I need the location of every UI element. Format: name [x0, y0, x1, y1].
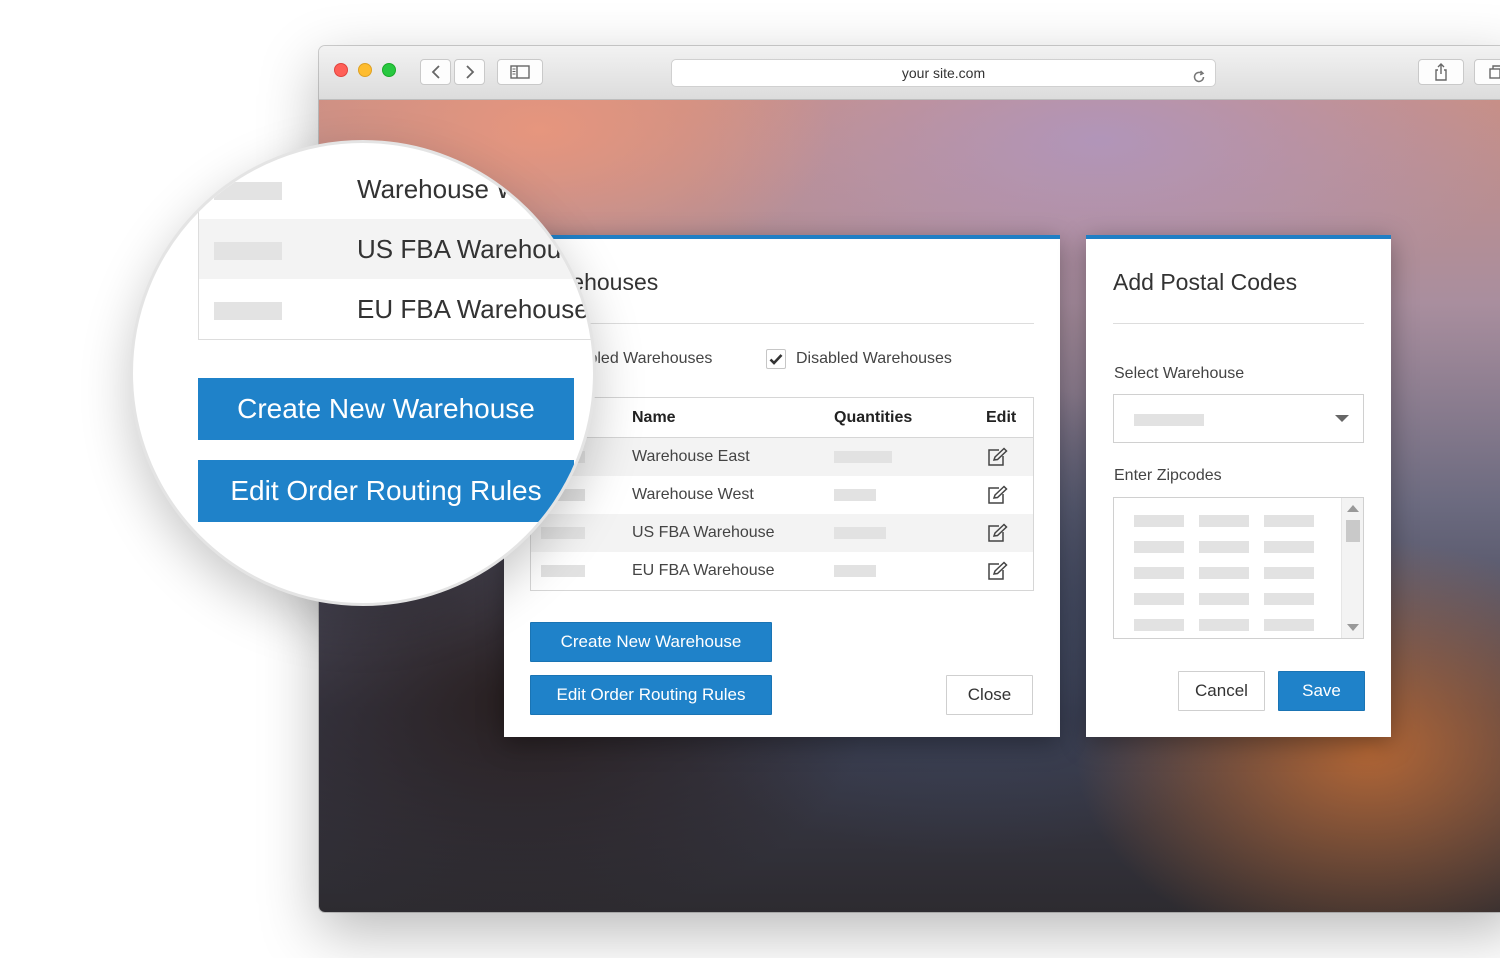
zipcode-placeholder — [1134, 541, 1184, 553]
chevron-right-icon — [465, 65, 474, 79]
share-button[interactable] — [1418, 59, 1464, 85]
sidebar-icon — [510, 65, 530, 79]
title-divider — [530, 323, 1034, 324]
zipcode-placeholder — [1134, 619, 1184, 631]
close-button[interactable]: Close — [946, 675, 1033, 715]
zipcodes-textarea[interactable] — [1113, 497, 1364, 639]
edit-icon — [988, 485, 1008, 504]
warehouse-select[interactable] — [1113, 394, 1364, 443]
warehouse-name: Warehouse East — [632, 448, 750, 465]
create-warehouse-button[interactable]: Create New Warehouse — [530, 622, 772, 662]
tabs-button[interactable] — [1474, 59, 1500, 85]
forward-button[interactable] — [454, 59, 485, 85]
reload-button[interactable] — [1192, 66, 1206, 93]
scroll-up-icon[interactable] — [1347, 505, 1359, 512]
magnifier-callout: Warehouse West US FBA Warehouse EU FBA W… — [130, 140, 596, 606]
warehouse-name: EU FBA Warehouse — [632, 562, 775, 579]
zipcode-placeholder — [1134, 567, 1184, 579]
quantity-placeholder — [834, 489, 876, 501]
edit-icon — [988, 447, 1008, 466]
magnified-edit-routing-button: Edit Order Routing Rules — [198, 460, 574, 522]
cancel-button[interactable]: Cancel — [1178, 671, 1265, 711]
zipcode-placeholder — [1134, 515, 1184, 527]
zipcode-list — [1134, 515, 1314, 631]
magnified-row: EU FBA Warehouse — [199, 279, 593, 339]
table-row[interactable]: US FBA Warehouse — [531, 514, 1033, 552]
table-row[interactable]: EU FBA Warehouse — [531, 552, 1033, 590]
warehouse-name: US FBA Warehouse — [632, 524, 775, 541]
zipcode-placeholder — [1199, 619, 1249, 631]
select-warehouse-label: Select Warehouse — [1114, 365, 1245, 382]
edit-button[interactable] — [986, 514, 1008, 552]
minimize-window-button[interactable] — [358, 63, 372, 77]
magnified-warehouse-name: EU FBA Warehouse — [357, 293, 589, 324]
disabled-warehouses-filter[interactable]: Disabled Warehouses — [766, 349, 952, 369]
zipcodes-label: Enter Zipcodes — [1114, 467, 1222, 484]
column-header-name[interactable]: Name — [632, 398, 676, 437]
disabled-filter-label: Disabled Warehouses — [796, 350, 952, 367]
scroll-thumb[interactable] — [1346, 520, 1360, 542]
maximize-window-button[interactable] — [382, 63, 396, 77]
zipcode-placeholder — [1199, 515, 1249, 527]
quantity-placeholder — [834, 565, 876, 577]
id-placeholder — [214, 242, 282, 260]
edit-button[interactable] — [986, 476, 1008, 514]
postal-codes-modal: Add Postal Codes Select Warehouse Enter … — [1086, 235, 1391, 737]
magnified-row: US FBA Warehouse — [199, 219, 593, 279]
zipcode-placeholder — [1264, 567, 1314, 579]
magnified-row: Warehouse West — [199, 159, 593, 219]
zipcode-placeholder — [1264, 541, 1314, 553]
disabled-checkbox[interactable] — [766, 349, 786, 369]
checkmark-icon — [769, 354, 783, 365]
scroll-down-icon[interactable] — [1347, 624, 1359, 631]
id-placeholder — [214, 182, 282, 200]
magnified-warehouse-name: Warehouse West — [357, 173, 555, 204]
zipcodes-scrollbar[interactable] — [1341, 498, 1363, 638]
magnified-warehouse-name: US FBA Warehouse — [357, 233, 589, 264]
zipcode-placeholder — [1264, 593, 1314, 605]
magnified-table: Warehouse West US FBA Warehouse EU FBA W… — [198, 159, 593, 340]
column-header-edit: Edit — [986, 408, 1017, 426]
chevron-left-icon — [431, 65, 440, 79]
zipcode-placeholder — [1199, 541, 1249, 553]
back-button[interactable] — [420, 59, 451, 85]
screenshot-stage: your site.com Warehouses Enabled Warehou… — [0, 0, 1500, 958]
warehouses-table: Name Quantities Edit Warehouse East Ware… — [530, 397, 1034, 591]
table-row[interactable]: Warehouse East — [531, 438, 1033, 476]
edit-icon — [988, 561, 1008, 580]
zipcode-placeholder — [1264, 515, 1314, 527]
title-divider — [1113, 323, 1364, 324]
magnified-create-warehouse-button: Create New Warehouse — [198, 378, 574, 440]
address-bar[interactable]: your site.com — [671, 59, 1216, 87]
zipcode-placeholder — [1264, 619, 1314, 631]
share-icon — [1435, 63, 1447, 81]
close-window-button[interactable] — [334, 63, 348, 77]
caret-down-icon — [1335, 415, 1349, 422]
quantity-placeholder — [834, 527, 886, 539]
selected-value-placeholder — [1134, 414, 1204, 426]
save-button[interactable]: Save — [1278, 671, 1365, 711]
column-header-quantities[interactable]: Quantities — [834, 398, 912, 437]
edit-routing-rules-button[interactable]: Edit Order Routing Rules — [530, 675, 772, 715]
quantity-placeholder — [834, 451, 892, 463]
warehouse-name: Warehouse West — [632, 486, 754, 503]
sidebar-button[interactable] — [497, 59, 543, 85]
zipcode-placeholder — [1199, 593, 1249, 605]
tabs-icon — [1489, 65, 1500, 79]
zipcode-placeholder — [1134, 593, 1184, 605]
edit-button[interactable] — [986, 552, 1008, 590]
browser-toolbar: your site.com — [319, 46, 1500, 100]
table-header: Name Quantities Edit — [531, 398, 1033, 438]
zipcode-placeholder — [1199, 567, 1249, 579]
postal-codes-title: Add Postal Codes — [1113, 269, 1298, 295]
table-row[interactable]: Warehouse West — [531, 476, 1033, 514]
reload-icon — [1193, 70, 1205, 83]
edit-button[interactable] — [986, 438, 1008, 476]
id-placeholder — [214, 302, 282, 320]
edit-icon — [988, 523, 1008, 542]
url-text: your site.com — [901, 65, 986, 81]
